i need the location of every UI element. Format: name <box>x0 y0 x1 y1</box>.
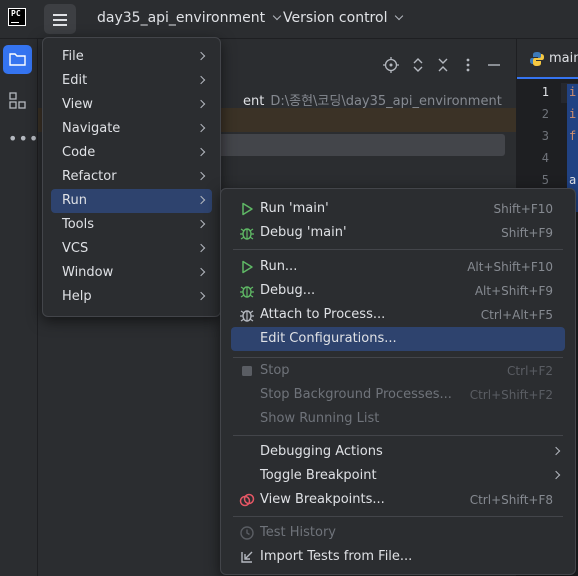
menu-separator <box>233 516 563 517</box>
run-item[interactable]: Run... Alt+Shift+F10 <box>231 255 565 279</box>
chevron-right-icon <box>196 243 206 253</box>
project-root-name: ent <box>243 94 265 109</box>
breakpoints-icon <box>239 493 255 507</box>
menu-item-vcs[interactable]: VCS <box>51 237 212 261</box>
main-menu-button[interactable] <box>44 4 76 34</box>
folder-icon <box>9 53 26 66</box>
menu-item-window[interactable]: Window <box>51 261 212 285</box>
menu-item-run[interactable]: Run <box>51 189 212 213</box>
project-selector[interactable]: day35_api_environment <box>97 10 282 26</box>
menu-separator <box>233 357 563 358</box>
shortcut: Ctrl+Alt+F5 <box>480 308 553 322</box>
menu-item-file[interactable]: File <box>51 45 212 69</box>
shortcut: Alt+Shift+F10 <box>467 260 553 274</box>
options-icon[interactable] <box>465 57 471 77</box>
expand-collapse-icon[interactable] <box>411 57 425 77</box>
menu-item-edit[interactable]: Edit <box>51 69 212 93</box>
chevron-right-icon <box>551 446 561 456</box>
shortcut: Ctrl+Shift+F8 <box>469 493 553 507</box>
chevron-right-icon <box>196 99 206 109</box>
menu-item-navigate[interactable]: Navigate <box>51 117 212 141</box>
chevron-right-icon <box>196 219 206 229</box>
chevron-right-icon <box>196 123 206 133</box>
hide-pane-icon[interactable] <box>487 57 501 77</box>
stop-icon <box>242 366 252 376</box>
code-text[interactable]: a <box>569 173 576 187</box>
editor-tab-main[interactable]: main <box>517 39 578 79</box>
chevron-right-icon <box>196 51 206 61</box>
line-number: 2 <box>541 107 549 121</box>
stop-background-processes-item[interactable]: Stop Background Processes... Ctrl+Shift+… <box>231 383 565 407</box>
menu-item-tools[interactable]: Tools <box>51 213 212 237</box>
run-submenu-popup: Run 'main' Shift+F10 Debug 'main' Shift+… <box>220 188 576 575</box>
structure-icon[interactable] <box>9 92 27 110</box>
chevron-right-icon <box>196 75 206 85</box>
debugging-actions-item[interactable]: Debugging Actions <box>231 440 565 464</box>
chevron-right-icon <box>196 171 206 181</box>
chevron-right-icon <box>196 195 206 205</box>
toggle-breakpoint-item[interactable]: Toggle Breakpoint <box>231 464 565 488</box>
main-menu-popup: File Edit View Navigate Code Refactor Ru… <box>42 37 221 317</box>
run-main-item[interactable]: Run 'main' Shift+F10 <box>231 197 565 221</box>
pycharm-logo-icon[interactable]: PC <box>8 8 26 26</box>
menu-item-view[interactable]: View <box>51 93 212 117</box>
import-icon <box>241 551 253 563</box>
chevron-right-icon <box>551 470 561 480</box>
menu-separator <box>233 249 563 250</box>
line-number: 5 <box>541 173 549 187</box>
line-number: 3 <box>541 129 549 143</box>
version-control-selector[interactable]: Version control <box>283 10 404 26</box>
code-text[interactable]: i <box>569 107 576 121</box>
project-name: day35_api_environment <box>97 10 266 26</box>
debug-icon <box>240 286 254 298</box>
shortcut: Shift+F10 <box>493 202 553 216</box>
stop-item[interactable]: Stop Ctrl+F2 <box>231 359 565 383</box>
shortcut: Shift+F9 <box>501 226 553 240</box>
tab-label: main <box>549 51 578 66</box>
code-text[interactable]: i <box>569 85 576 99</box>
chevron-right-icon <box>196 147 206 157</box>
selected-tree-row[interactable] <box>212 134 505 156</box>
shortcut: Ctrl+F2 <box>507 364 553 378</box>
project-tool-button[interactable] <box>3 45 32 74</box>
attach-to-process-item[interactable]: Attach to Process... Ctrl+Alt+F5 <box>231 303 565 327</box>
chevron-right-icon <box>196 291 206 301</box>
edit-configurations-item[interactable]: Edit Configurations... <box>231 327 565 351</box>
run-icon <box>242 202 253 216</box>
code-text[interactable]: f <box>569 129 576 143</box>
run-icon <box>242 260 253 274</box>
menu-item-code[interactable]: Code <box>51 141 212 165</box>
debug-main-item[interactable]: Debug 'main' Shift+F9 <box>231 221 565 245</box>
chevron-down-icon <box>272 11 282 21</box>
chevron-down-icon <box>395 11 404 21</box>
import-tests-item[interactable]: Import Tests from File... <box>231 545 565 569</box>
chevron-right-icon <box>196 267 206 277</box>
line-number: 1 <box>541 85 549 99</box>
shortcut: Ctrl+Shift+F2 <box>469 388 553 402</box>
project-root-row[interactable]: ent D:\종현\코딩\day35_api_environment <box>243 90 502 109</box>
line-number: 4 <box>541 151 549 165</box>
menu-separator <box>233 435 563 436</box>
history-icon <box>240 526 254 540</box>
test-history-item[interactable]: Test History <box>231 521 565 545</box>
locate-icon[interactable] <box>383 57 399 77</box>
project-root-path: D:\종현\코딩\day35_api_environment <box>270 94 502 109</box>
vcs-label: Version control <box>283 10 388 26</box>
view-breakpoints-item[interactable]: View Breakpoints... Ctrl+Shift+F8 <box>231 488 565 512</box>
show-running-list-item[interactable]: Show Running List <box>231 407 565 431</box>
shortcut: Alt+Shift+F9 <box>474 284 553 298</box>
left-tool-strip: ••• <box>0 39 38 576</box>
more-tools-icon[interactable]: ••• <box>8 129 39 148</box>
menu-item-refactor[interactable]: Refactor <box>51 165 212 189</box>
debug-item[interactable]: Debug... Alt+Shift+F9 <box>231 279 565 303</box>
attach-debugger-icon <box>240 310 254 322</box>
menu-item-help[interactable]: Help <box>51 285 212 309</box>
collapse-all-icon[interactable] <box>436 57 450 77</box>
title-bar: PC day35_api_environment Version control <box>0 0 578 39</box>
debug-icon <box>240 228 254 240</box>
python-file-icon <box>530 52 544 66</box>
